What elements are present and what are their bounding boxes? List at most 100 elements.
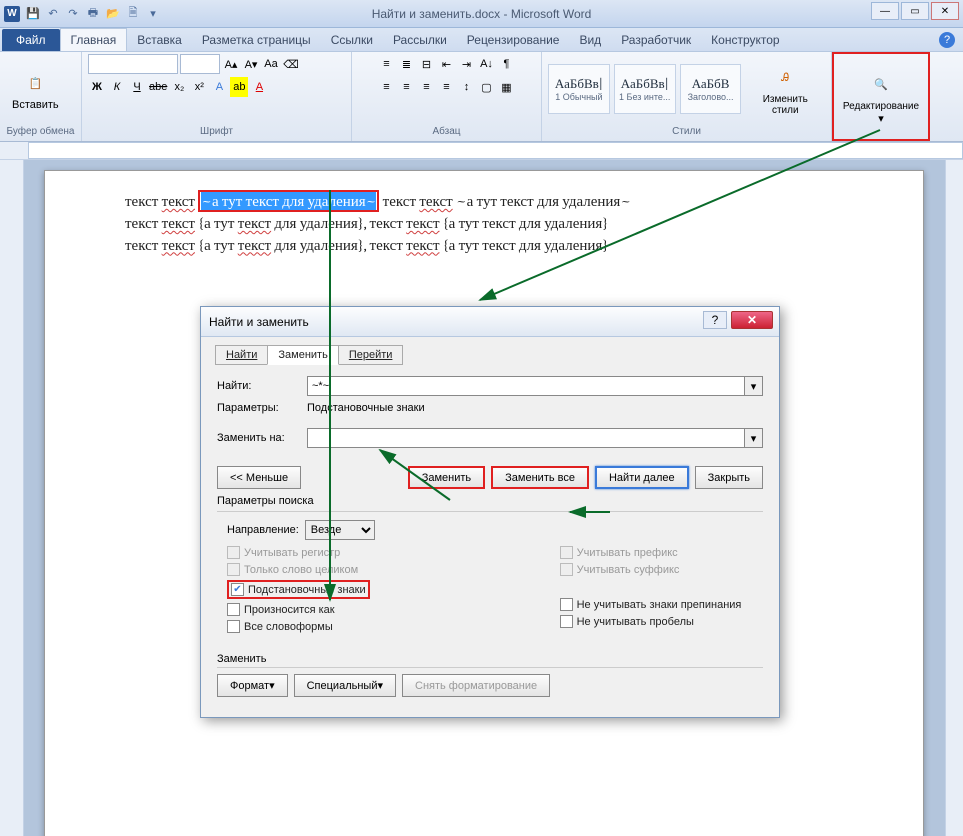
minimize-button[interactable]: — [871,2,899,20]
title-bar: W 💾 ↶ ↷ 🖶 📂 🗎 ▾ Найти и заменить.docx - … [0,0,963,28]
subscript-button[interactable]: x₂ [170,77,188,97]
qat-undo-icon[interactable]: ↶ [44,5,62,23]
shrink-font-icon[interactable]: A▾ [242,54,260,74]
group-font: A▴ A▾ Aa ⌫ Ж К Ч abe x₂ x² A ab A Шрифт [82,52,352,141]
special-button[interactable]: Специальный ▾ [294,674,396,697]
ribbon-tabs: Файл Главная Вставка Разметка страницы С… [0,28,963,52]
strike-button[interactable]: abe [148,77,168,97]
dialog-body: Найти Заменить Перейти Найти: ▾ Параметр… [201,337,779,717]
dialog-close-button[interactable]: ✕ [731,311,773,329]
replace-input[interactable] [307,428,745,448]
dropdown-icon: ▾ [878,112,884,125]
tab-home[interactable]: Главная [60,28,128,51]
style-name: 1 Без инте... [619,92,670,102]
style-nospacing[interactable]: АаБбВв| 1 Без инте... [614,64,676,114]
line-spacing-icon[interactable]: ↕ [458,77,476,97]
qat-redo-icon[interactable]: ↷ [64,5,82,23]
find-next-button[interactable]: Найти далее [595,466,689,489]
style-name: 1 Обычный [555,92,602,102]
qat-open-icon[interactable]: 📂 [104,5,122,23]
sort-icon[interactable]: A↓ [478,54,496,74]
multilevel-icon[interactable]: ⊟ [418,54,436,74]
qat-save-icon[interactable]: 💾 [24,5,42,23]
direction-select[interactable]: Везде [305,520,375,540]
dialog-help-button[interactable]: ? [703,311,727,329]
group-paragraph: ≡ ≣ ⊟ ⇤ ⇥ A↓ ¶ ≡ ≡ ≡ ≡ ↕ ▢ ▦ Абзац [352,52,542,141]
indent-right-icon[interactable]: ⇥ [458,54,476,74]
superscript-button[interactable]: x² [190,77,208,97]
tab-developer[interactable]: Разработчик [611,29,701,51]
tab-goto[interactable]: Перейти [338,345,404,365]
italic-button[interactable]: К [108,77,126,97]
editing-button[interactable]: 🔍 Редактирование ▾ [837,67,925,127]
align-right-icon[interactable]: ≡ [418,77,436,97]
align-center-icon[interactable]: ≡ [398,77,416,97]
chk-word-forms[interactable]: Все словоформы [227,620,370,633]
chk-wildcards[interactable]: ✔Подстановочные знаки [231,583,366,596]
show-marks-icon[interactable]: ¶ [498,54,516,74]
find-dropdown-icon[interactable]: ▾ [745,376,763,396]
find-label: Найти: [217,380,307,392]
change-styles-button[interactable]: Ꭿ Изменить стили [745,60,825,118]
tab-references[interactable]: Ссылки [321,29,383,51]
word-icon: W [4,6,20,22]
qat-new-icon[interactable]: 🗎 [124,5,142,23]
tab-mailings[interactable]: Рассылки [383,29,457,51]
vertical-ruler[interactable] [0,160,24,836]
tab-view[interactable]: Вид [569,29,611,51]
numbering-icon[interactable]: ≣ [398,54,416,74]
bullets-icon[interactable]: ≡ [378,54,396,74]
replace-all-button[interactable]: Заменить все [491,466,589,489]
tab-replace[interactable]: Заменить [267,345,338,365]
clipboard-group-label: Буфер обмена [6,124,75,139]
tab-review[interactable]: Рецензирование [457,29,570,51]
grow-font-icon[interactable]: A▴ [222,54,240,74]
find-icon: 🔍 [865,69,897,101]
less-button[interactable]: << Меньше [217,466,301,489]
bold-button[interactable]: Ж [88,77,106,97]
clear-format-icon[interactable]: ⌫ [282,54,300,74]
replace-dropdown-icon[interactable]: ▾ [745,428,763,448]
font-group-label: Шрифт [88,124,345,139]
style-normal[interactable]: АаБбВв| 1 Обычный [548,64,610,114]
text-effects-icon[interactable]: A [210,77,228,97]
dialog-title-bar[interactable]: Найти и заменить ? ✕ [201,307,779,337]
replace-button[interactable]: Заменить [408,466,485,489]
paste-button[interactable]: 📋 Вставить [6,65,65,113]
tab-layout[interactable]: Разметка страницы [192,29,321,51]
file-tab[interactable]: Файл [2,29,60,51]
tab-find[interactable]: Найти [215,345,268,365]
group-clipboard: 📋 Вставить Буфер обмена [0,52,82,141]
underline-button[interactable]: Ч [128,77,146,97]
indent-left-icon[interactable]: ⇤ [438,54,456,74]
format-button[interactable]: Формат ▾ [217,674,288,697]
ruler[interactable] [28,142,963,159]
tab-insert[interactable]: Вставка [127,29,192,51]
find-input[interactable] [307,376,745,396]
no-format-button[interactable]: Снять форматирование [402,674,550,697]
qat-print-icon[interactable]: 🖶 [84,5,102,23]
replace-label: Заменить на: [217,432,307,444]
font-color-icon[interactable]: A [250,77,268,97]
font-size-select[interactable] [180,54,220,74]
tab-design[interactable]: Конструктор [701,29,789,51]
align-left-icon[interactable]: ≡ [378,77,396,97]
chk-ignore-space[interactable]: Не учитывать пробелы [560,615,742,628]
qat-more-icon[interactable]: ▾ [144,5,162,23]
font-family-select[interactable] [88,54,178,74]
cancel-button[interactable]: Закрыть [695,466,763,489]
shading-icon[interactable]: ▢ [478,77,496,97]
chk-ignore-punct[interactable]: Не учитывать знаки препинания [560,598,742,611]
vertical-scrollbar[interactable] [945,160,963,836]
chk-sounds-like[interactable]: Произносится как [227,603,370,616]
justify-icon[interactable]: ≡ [438,77,456,97]
borders-icon[interactable]: ▦ [498,77,516,97]
help-icon[interactable]: ? [939,32,955,48]
paragraph-group-label: Абзац [358,124,535,139]
maximize-button[interactable]: ▭ [901,2,929,20]
close-button[interactable]: ✕ [931,2,959,20]
tab-panel: Найти: ▾ Параметры: Подстановочные знаки… [215,370,765,703]
highlight-icon[interactable]: ab [230,77,248,97]
style-heading[interactable]: АаБбВ Заголово... [680,64,742,114]
change-case-icon[interactable]: Aa [262,54,280,74]
